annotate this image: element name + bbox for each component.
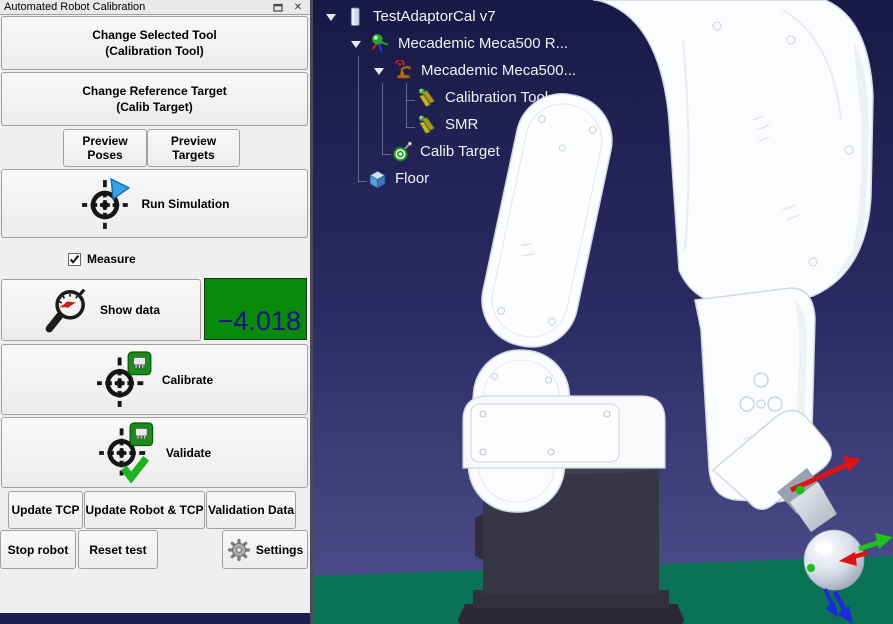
panel-bottom-strip (0, 613, 310, 624)
update-robot-tcp-label: Update Robot & TCP (86, 503, 204, 517)
calibrate-label: Calibrate (162, 373, 213, 387)
measurement-display: −4.018 (204, 278, 307, 340)
validate-label: Validate (166, 446, 211, 460)
run-simulation-label: Run Simulation (142, 197, 230, 211)
settings-button[interactable]: Settings (222, 530, 308, 569)
measure-label: Measure (87, 252, 136, 266)
float-panel-icon[interactable] (270, 1, 286, 14)
stop-robot-label: Stop robot (8, 543, 69, 557)
tree-item-label: TestAdaptorCal v7 (373, 8, 496, 25)
validation-data-label: Validation Data (208, 503, 294, 517)
tree-item-label: Floor (395, 170, 429, 187)
panel-titlebar: Automated Robot Calibration ✕ (0, 0, 310, 15)
tree-item-station[interactable]: TestAdaptorCal v7 (319, 3, 576, 30)
measure-checkbox[interactable] (68, 253, 81, 266)
panel-title: Automated Robot Calibration (4, 1, 270, 13)
stop-robot-button[interactable]: Stop robot (0, 530, 76, 569)
target-icon (392, 141, 413, 162)
station-icon (345, 6, 366, 27)
sphere-marker-green (807, 564, 815, 572)
settings-label: Settings (256, 543, 303, 557)
tool-icon (417, 114, 438, 135)
reference-frame-icon (370, 33, 391, 54)
station-tree: TestAdaptorCal v7 Mecademic Meca500 R... (319, 3, 576, 192)
tool-icon (417, 87, 438, 108)
floor-icon (367, 168, 388, 189)
expand-toggle[interactable] (325, 12, 337, 22)
tree-item-label: SMR (445, 116, 478, 133)
change-tool-line2: (Calibration Tool) (105, 43, 203, 59)
calibration-panel: Automated Robot Calibration ✕ Change Sel… (0, 0, 313, 624)
tree-item-robot-frame[interactable]: Mecademic Meca500 R... (319, 30, 576, 57)
tree-item-label: Mecademic Meca500 R... (398, 35, 568, 52)
show-data-label: Show data (100, 303, 160, 317)
preview-poses-label: Preview Poses (64, 134, 146, 162)
preview-poses-button[interactable]: Preview Poses (63, 129, 147, 167)
reset-test-button[interactable]: Reset test (78, 530, 158, 569)
expand-toggle[interactable] (350, 39, 362, 49)
update-tcp-button[interactable]: Update TCP (8, 491, 83, 529)
expand-toggle[interactable] (373, 66, 385, 76)
change-target-line1: Change Reference Target (82, 83, 227, 99)
change-tool-line1: Change Selected Tool (92, 27, 216, 43)
robodk-window: Automated Robot Calibration ✕ Change Sel… (0, 0, 893, 624)
validate-button[interactable]: Validate (1, 417, 308, 488)
measure-row: Measure (68, 250, 136, 268)
viewport-3d[interactable]: TestAdaptorCal v7 Mecademic Meca500 R... (313, 0, 893, 624)
flange-marker-green (796, 486, 805, 495)
tree-item-label: Calibration Tool (445, 89, 548, 106)
run-simulation-icon (80, 177, 134, 231)
sphere-highlight (815, 542, 833, 554)
preview-targets-label: Preview Targets (148, 134, 239, 162)
reset-test-label: Reset test (89, 543, 146, 557)
show-data-button[interactable]: Show data (1, 279, 201, 341)
update-robot-tcp-button[interactable]: Update Robot & TCP (84, 491, 205, 529)
gear-icon (227, 538, 251, 562)
update-tcp-label: Update TCP (11, 503, 79, 517)
run-simulation-button[interactable]: Run Simulation (1, 169, 308, 238)
tree-item-label: Calib Target (420, 143, 500, 160)
change-target-line2: (Calib Target) (116, 99, 192, 115)
robot-icon (393, 60, 414, 81)
calibrate-button[interactable]: Calibrate (1, 344, 308, 415)
validate-icon (98, 422, 158, 484)
change-reference-target-button[interactable]: Change Reference Target (Calib Target) (1, 72, 308, 126)
change-selected-tool-button[interactable]: Change Selected Tool (Calibration Tool) (1, 16, 308, 70)
gauge-magnifier-icon (42, 285, 92, 335)
preview-targets-button[interactable]: Preview Targets (147, 129, 240, 167)
tree-item-label: Mecademic Meca500... (421, 62, 576, 79)
validation-data-button[interactable]: Validation Data (206, 491, 296, 529)
robot-base (463, 396, 665, 468)
close-icon[interactable]: ✕ (290, 1, 306, 14)
calibrate-icon (96, 351, 154, 409)
